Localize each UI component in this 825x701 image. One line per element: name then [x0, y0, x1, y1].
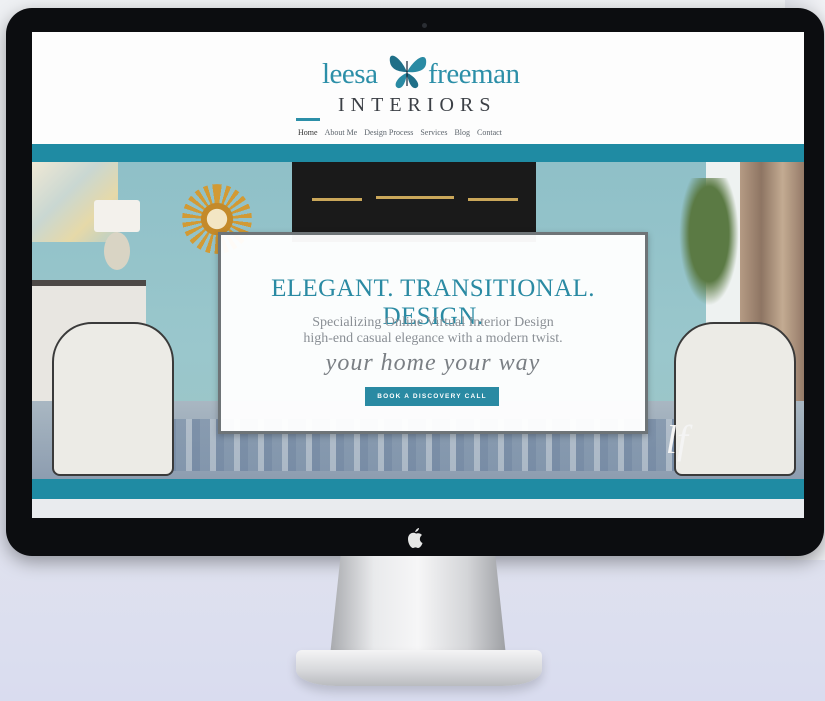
monitor-stand-base: [296, 650, 542, 686]
dining-chair-image: [674, 322, 796, 476]
logo-text-freeman: freeman: [428, 58, 520, 90]
hero-subtitle-line1: Specializing Online Virtual Interior Des…: [312, 315, 554, 330]
hero-bottom-accent-bar: [32, 479, 804, 499]
nav-item-design-process[interactable]: Design Process: [364, 128, 413, 137]
cabinet-shelf: [468, 198, 518, 201]
hero-subtitle-line2: high-end casual elegance with a modern t…: [303, 331, 563, 346]
nav-item-blog[interactable]: Blog: [454, 128, 470, 137]
display-cabinet-image: [292, 162, 536, 242]
brand-logo[interactable]: leesa freeman INTERIORS: [316, 42, 536, 116]
nav-item-about-me[interactable]: About Me: [325, 128, 358, 137]
header-accent-bar: [32, 144, 804, 162]
nav-item-home[interactable]: Home: [296, 118, 320, 137]
lamp-base-image: [104, 232, 130, 270]
imac-monitor: leesa freeman INTERIORS Home About Me De…: [6, 8, 824, 556]
logo-text-leesa: leesa: [322, 58, 378, 90]
logo-text-interiors: INTERIORS: [338, 94, 497, 116]
nav-item-services[interactable]: Services: [420, 128, 447, 137]
monitor-stand-neck: [330, 556, 506, 656]
monitor-chin: [6, 518, 824, 556]
main-nav: Home About Me Design Process Services Bl…: [296, 118, 502, 137]
apple-logo-icon: [408, 528, 423, 548]
monogram-logo: lf: [665, 417, 688, 462]
book-discovery-call-button[interactable]: BOOK A DISCOVERY CALL: [365, 387, 499, 406]
hero-section: lf ELEGANT. TRANSITIONAL. DESIGN. Specia…: [32, 162, 804, 479]
cabinet-shelf: [312, 198, 362, 201]
website-screen: leesa freeman INTERIORS Home About Me De…: [32, 32, 804, 518]
butterfly-icon: [389, 55, 427, 89]
plant-image: [674, 178, 744, 318]
dining-chair-image: [52, 322, 174, 476]
site-footer-strip: [32, 499, 804, 518]
site-header: leesa freeman INTERIORS Home About Me De…: [32, 32, 804, 144]
hero-card: ELEGANT. TRANSITIONAL. DESIGN. Specializ…: [218, 232, 648, 434]
camera-dot: [422, 23, 427, 28]
cabinet-shelf: [376, 196, 454, 199]
lamp-shade-image: [94, 200, 140, 232]
nav-item-contact[interactable]: Contact: [477, 128, 502, 137]
hero-script-tagline: your home your way: [325, 350, 541, 376]
